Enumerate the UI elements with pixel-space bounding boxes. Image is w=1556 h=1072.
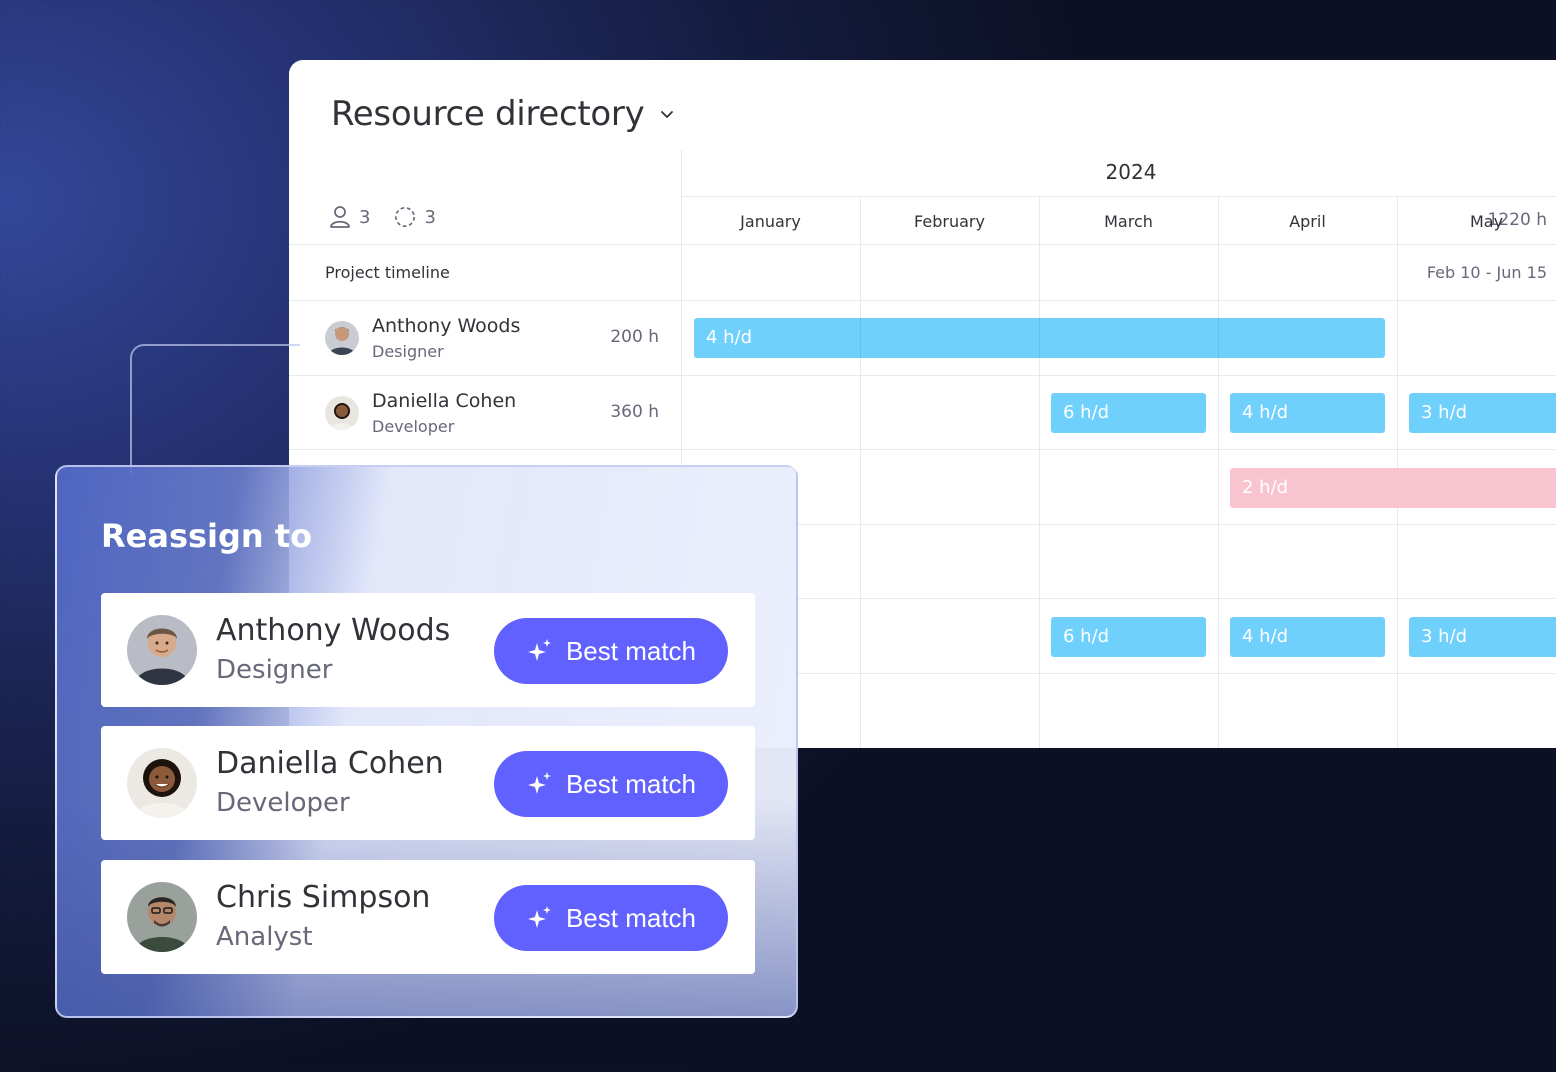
grid-divider — [1218, 318, 1219, 358]
connector-line — [130, 344, 300, 474]
placeholder-count[interactable]: 3 — [394, 205, 436, 229]
grid-divider — [860, 318, 861, 358]
project-timeline-range: Feb 10 - Jun 15 — [1426, 263, 1547, 282]
person-icon — [330, 206, 350, 228]
sparkle-icon — [527, 906, 551, 928]
grid-divider — [681, 524, 1556, 525]
candidate-name: Chris Simpson — [216, 880, 431, 915]
dashed-circle-icon — [395, 207, 416, 227]
allocation-bar[interactable]: 6 h/d — [1051, 393, 1206, 433]
resource-role: Designer — [372, 342, 444, 361]
allocation-bar[interactable]: 2 h/d — [1230, 468, 1556, 508]
board-title-dropdown[interactable]: Resource directory — [331, 94, 676, 134]
people-count[interactable]: 3 — [329, 205, 370, 229]
allocation-bar[interactable]: 3 h/d — [1409, 393, 1556, 433]
candidate-card[interactable]: Daniella Cohen Developer Best match — [101, 726, 755, 840]
best-match-button[interactable]: Best match — [494, 618, 728, 684]
resource-hours: 360 h — [610, 402, 659, 422]
timeline-year: 2024 — [1105, 160, 1157, 184]
sparkle-icon — [527, 639, 551, 661]
panel-title: Reassign to — [101, 517, 313, 555]
grid-divider — [681, 673, 1556, 674]
allocation-bar[interactable]: 4 h/d — [1230, 617, 1385, 657]
resource-hours: 200 h — [610, 327, 659, 347]
month-header: April — [1289, 212, 1326, 231]
grid-divider — [1218, 197, 1219, 748]
grid-divider — [289, 244, 1556, 245]
grid-divider — [681, 598, 1556, 599]
month-header: March — [1104, 212, 1153, 231]
grid-divider — [681, 196, 1556, 197]
reassign-panel: Reassign to Anthony Woods Designer Best … — [55, 465, 798, 1018]
resource-row[interactable]: Daniella Cohen Developer 360 h — [289, 376, 681, 450]
allocation-bar[interactable]: 3 h/d — [1409, 617, 1556, 657]
allocation-bar[interactable]: 6 h/d — [1051, 617, 1206, 657]
best-match-button[interactable]: Best match — [494, 751, 728, 817]
candidate-role: Developer — [216, 788, 350, 818]
avatar — [127, 748, 197, 818]
resource-name: Anthony Woods — [372, 315, 521, 337]
grid-divider — [1039, 318, 1040, 358]
page-title: Resource directory — [331, 94, 645, 134]
best-match-button[interactable]: Best match — [494, 885, 728, 951]
sparkle-icon — [527, 772, 551, 794]
resource-role: Developer — [372, 417, 455, 436]
month-header: May — [1469, 212, 1504, 231]
resource-row[interactable]: Anthony Woods Designer 200 h — [289, 301, 681, 375]
grid-divider — [860, 197, 861, 748]
summary-counts: 3 3 — [329, 205, 448, 229]
candidate-role: Analyst — [216, 922, 313, 952]
candidate-card[interactable]: Chris Simpson Analyst Best match — [101, 860, 755, 974]
candidate-card[interactable]: Anthony Woods Designer Best match — [101, 593, 755, 707]
month-header: January — [740, 212, 801, 231]
candidate-name: Anthony Woods — [216, 613, 451, 648]
avatar — [127, 615, 197, 685]
avatar — [127, 882, 197, 952]
candidate-role: Designer — [216, 655, 333, 685]
project-timeline-label: Project timeline — [325, 263, 450, 282]
avatar — [325, 396, 359, 430]
resource-name: Daniella Cohen — [372, 390, 517, 412]
grid-divider — [1039, 197, 1040, 748]
allocation-bar[interactable]: 4 h/d — [1230, 393, 1385, 433]
month-header: February — [914, 212, 985, 231]
avatar — [325, 321, 359, 355]
chevron-down-icon — [661, 111, 674, 118]
candidate-name: Daniella Cohen — [216, 746, 444, 781]
